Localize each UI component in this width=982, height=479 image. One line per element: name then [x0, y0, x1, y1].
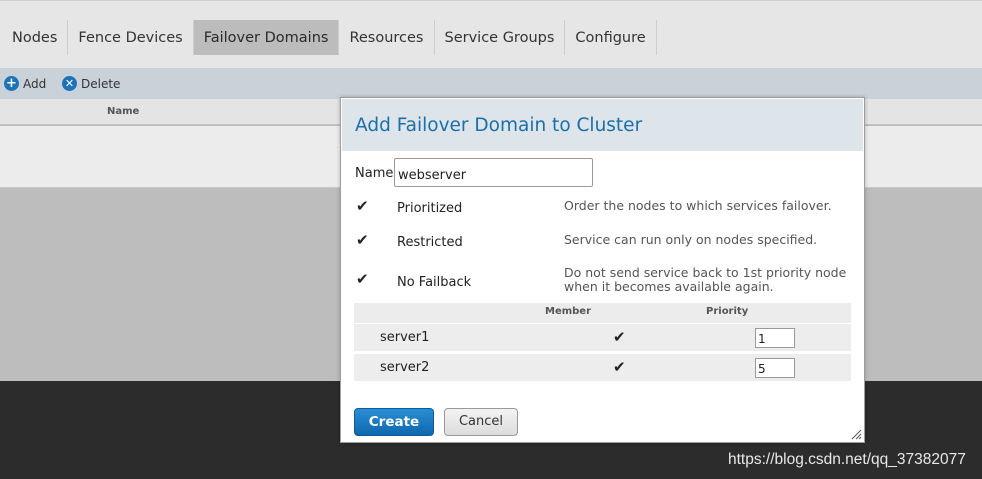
add-failover-domain-dialog: Add Failover Domain to Cluster Name ✔ Pr…	[340, 97, 865, 443]
no-failback-description: Do not send service back to 1st priority…	[564, 265, 847, 294]
add-label: Add	[23, 76, 47, 91]
restricted-checkbox[interactable]: ✔	[356, 233, 369, 248]
server-name: server2	[380, 360, 430, 375]
name-label: Name	[355, 166, 394, 181]
prioritized-checkbox[interactable]: ✔	[356, 199, 369, 214]
server-name: server1	[380, 330, 430, 345]
tab-nodes[interactable]: Nodes	[2, 20, 69, 55]
no-failback-checkbox[interactable]: ✔	[356, 272, 369, 287]
dialog-title: Add Failover Domain to Cluster	[355, 115, 643, 136]
toolbar: + Add ✕ Delete	[0, 68, 982, 99]
priority-input[interactable]	[755, 328, 795, 348]
resize-handle-icon[interactable]	[851, 429, 862, 440]
priority-input[interactable]	[755, 358, 795, 378]
member-checkbox[interactable]: ✔	[613, 358, 626, 376]
watermark: https://blog.csdn.net/qq_37382077	[728, 451, 966, 468]
restricted-description: Service can run only on nodes specified.	[564, 232, 818, 247]
tab-failover-domains[interactable]: Failover Domains	[193, 20, 340, 55]
delete-button[interactable]: ✕ Delete	[62, 75, 120, 92]
tab-configure[interactable]: Configure	[565, 20, 657, 55]
tab-service-groups[interactable]: Service Groups	[435, 20, 566, 55]
table-row: server1 ✔	[354, 324, 851, 351]
members-table-header: Member Priority	[354, 303, 851, 323]
add-button[interactable]: + Add	[4, 75, 46, 92]
priority-column-header: Priority	[706, 306, 749, 317]
plus-icon: +	[4, 76, 19, 91]
top-navigation: Nodes Fence Devices Failover Domains Res…	[0, 0, 982, 68]
column-header-name[interactable]: Name	[107, 106, 139, 117]
prioritized-description: Order the nodes to which services failov…	[564, 198, 832, 213]
member-checkbox[interactable]: ✔	[613, 328, 626, 346]
prioritized-label: Prioritized	[397, 201, 463, 216]
restricted-label: Restricted	[397, 235, 463, 250]
table-row: server2 ✔	[354, 354, 851, 381]
dialog-title-bar[interactable]: Add Failover Domain to Cluster	[342, 99, 863, 151]
name-input[interactable]	[394, 158, 593, 187]
close-icon: ✕	[62, 76, 77, 91]
no-failback-label: No Failback	[397, 275, 472, 290]
nav-tabs: Nodes Fence Devices Failover Domains Res…	[2, 20, 657, 55]
tab-fence-devices[interactable]: Fence Devices	[68, 20, 194, 55]
create-button[interactable]: Create	[354, 408, 434, 436]
tab-resources[interactable]: Resources	[339, 20, 435, 55]
member-column-header: Member	[545, 306, 592, 317]
cancel-button[interactable]: Cancel	[444, 408, 518, 436]
delete-label: Delete	[81, 76, 121, 91]
